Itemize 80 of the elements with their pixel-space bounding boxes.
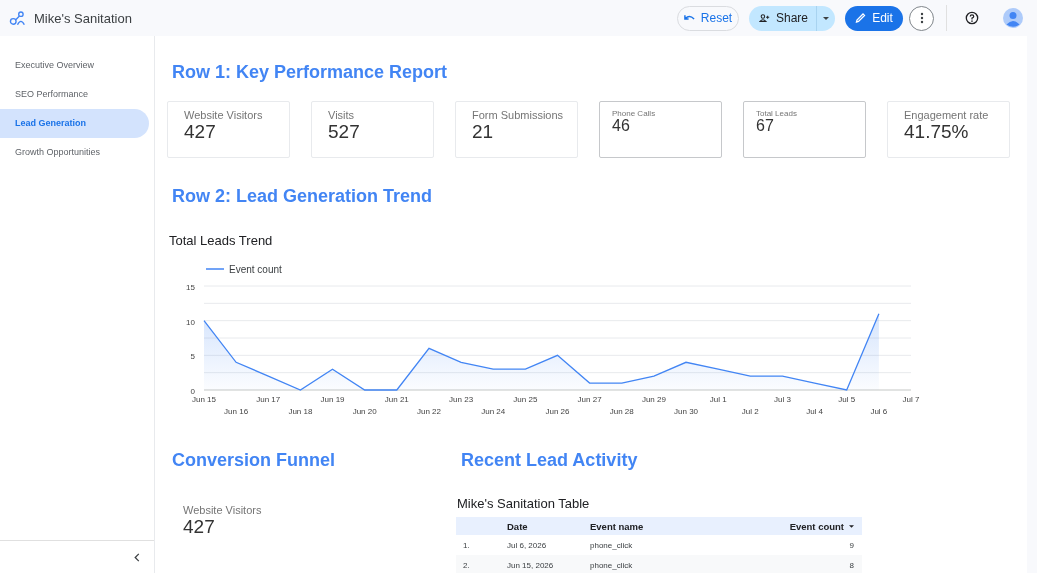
row-number: 2. <box>463 560 470 570</box>
reset-button[interactable]: Reset <box>676 5 739 31</box>
section-heading: Row 1: Key Performance Report <box>172 62 449 83</box>
axis-tick-label: Jun 29 <box>641 395 666 404</box>
metric-label: Form Submissions <box>472 109 565 121</box>
legend-label: Event count <box>229 264 283 275</box>
axis-tick-label: 10 <box>186 317 195 327</box>
share-button[interactable]: Share <box>748 5 816 31</box>
metric-value: 527 <box>328 121 361 143</box>
row-number: 1. <box>463 540 470 550</box>
metric-value: 427 <box>183 516 216 538</box>
axis-tick-label: Jun 28 <box>609 407 634 416</box>
axis-tick-label: Jun 16 <box>224 407 249 416</box>
collapse-icon[interactable] <box>134 552 140 562</box>
axis-tick-label: Jun 18 <box>288 407 313 416</box>
axis-tick-label: Jul 6 <box>870 407 888 416</box>
metric-label: Engagement rate <box>904 109 990 121</box>
share-dropdown-button[interactable] <box>816 5 835 31</box>
table-cell: phone_click <box>590 540 633 550</box>
table-cell: 9 <box>849 540 854 550</box>
axis-tick-label: Jul 2 <box>741 407 759 416</box>
metric-value: 41.75% <box>904 121 970 143</box>
add-person-icon <box>758 13 770 23</box>
axis-tick-label: Jul 3 <box>774 395 791 404</box>
metric-label: Total Leads <box>756 109 798 118</box>
metric-value: 67 <box>756 118 775 134</box>
table-cell: phone_click <box>590 560 633 570</box>
metric-label: Website Visitors <box>183 504 263 516</box>
sort-icon <box>849 525 854 529</box>
axis-tick-label: Jun 23 <box>449 395 474 404</box>
pencil-icon <box>855 13 867 23</box>
table-cell: Jul 6, 2026 <box>507 540 547 550</box>
report-title: Mike's Sanitation <box>34 10 132 26</box>
axis-tick-label: Jun 24 <box>481 407 506 416</box>
axis-tick-label: Jun 20 <box>352 407 377 416</box>
axis-tick-label: Jul 4 <box>806 407 824 416</box>
axis-tick-label: Jul 1 <box>709 395 727 404</box>
metric-label: Website Visitors <box>184 109 264 121</box>
axis-tick-label: 15 <box>186 283 195 292</box>
logo-icon <box>9 10 26 26</box>
chart-title: Total Leads Trend <box>169 233 274 248</box>
page-nav-item[interactable]: Lead Generation <box>0 109 149 138</box>
more-options-button[interactable] <box>909 5 934 31</box>
table-title: Mike's Sanitation Table <box>457 496 591 511</box>
help-icon[interactable] <box>965 11 979 25</box>
metric-value: 46 <box>612 118 631 134</box>
table-cell: Jun 15, 2026 <box>507 560 554 570</box>
axis-tick-label: Jun 21 <box>384 395 409 404</box>
metric-label: Phone Calls <box>612 109 657 118</box>
section-heading: Conversion Funnel <box>172 450 336 471</box>
avatar-icon[interactable] <box>1003 8 1023 28</box>
section-heading: Recent Lead Activity <box>461 450 639 471</box>
metric-value: 21 <box>472 121 495 143</box>
undo-icon <box>683 13 695 23</box>
axis-tick-label: 0 <box>190 387 195 396</box>
caret-icon <box>823 16 829 20</box>
section-heading: Row 2: Lead Generation Trend <box>172 186 434 207</box>
axis-tick-label: Jun 17 <box>256 395 281 404</box>
column-header[interactable]: Date <box>507 520 528 532</box>
page-nav-item[interactable]: Growth Opportunities <box>0 138 149 167</box>
column-header[interactable]: Event name <box>590 520 644 532</box>
table-cell: 8 <box>849 560 854 570</box>
axis-tick-label: Jun 30 <box>674 407 699 416</box>
axis-tick-label: Jun 25 <box>513 395 538 404</box>
chart-legend: Event count <box>205 264 282 275</box>
axis-tick-label: Jun 27 <box>577 395 602 404</box>
metric-value: 427 <box>184 121 217 143</box>
axis-tick-label: Jun 15 <box>192 395 216 404</box>
axis-tick-label: Jul 7 <box>902 395 920 404</box>
metric-label: Visits <box>328 109 356 121</box>
axis-tick-label: Jul 5 <box>838 395 856 404</box>
page-nav-item[interactable]: Executive Overview <box>0 51 149 80</box>
more-icon <box>919 12 924 24</box>
page-nav-item[interactable]: SEO Performance <box>0 80 149 109</box>
axis-tick-label: 5 <box>190 352 195 362</box>
edit-button[interactable]: Edit <box>845 5 903 31</box>
column-header[interactable]: Event count <box>789 520 854 532</box>
axis-tick-label: Jun 22 <box>416 407 441 416</box>
axis-tick-label: Jun 19 <box>320 395 345 404</box>
axis-tick-label: Jun 26 <box>545 407 570 416</box>
